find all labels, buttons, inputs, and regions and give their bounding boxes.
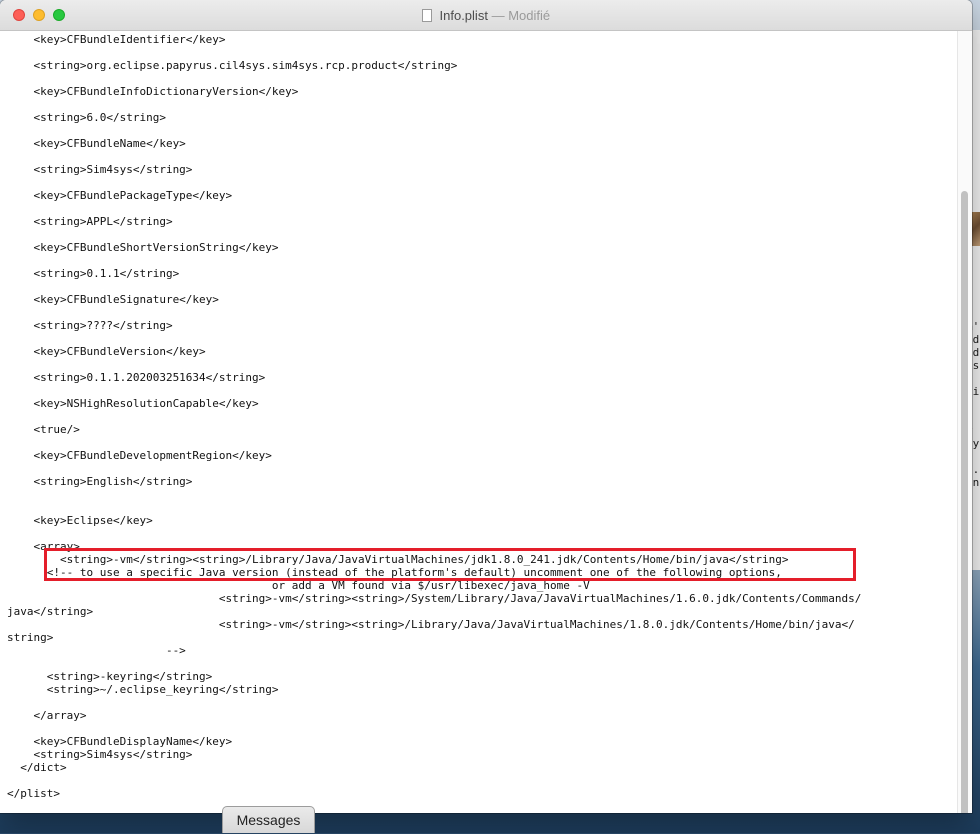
title-separator: — [491, 8, 505, 23]
text-editor-area[interactable]: <key>CFBundleIdentifier</key> <string>or… [0, 31, 958, 813]
messages-tab[interactable]: Messages [222, 806, 315, 833]
window-status: Modifié [508, 8, 551, 23]
window-title: Info.plist — Modifié [0, 8, 972, 23]
vertical-scrollbar[interactable] [957, 31, 972, 813]
title-bar[interactable]: Info.plist — Modifié [0, 0, 972, 31]
plist-text-content[interactable]: <key>CFBundleIdentifier</key> <string>or… [0, 31, 958, 800]
document-icon [421, 9, 432, 22]
window-filename: Info.plist [439, 8, 488, 23]
textedit-window: Info.plist — Modifié <key>CFBundleIdenti… [0, 0, 972, 813]
scrollbar-thumb[interactable] [961, 191, 968, 813]
